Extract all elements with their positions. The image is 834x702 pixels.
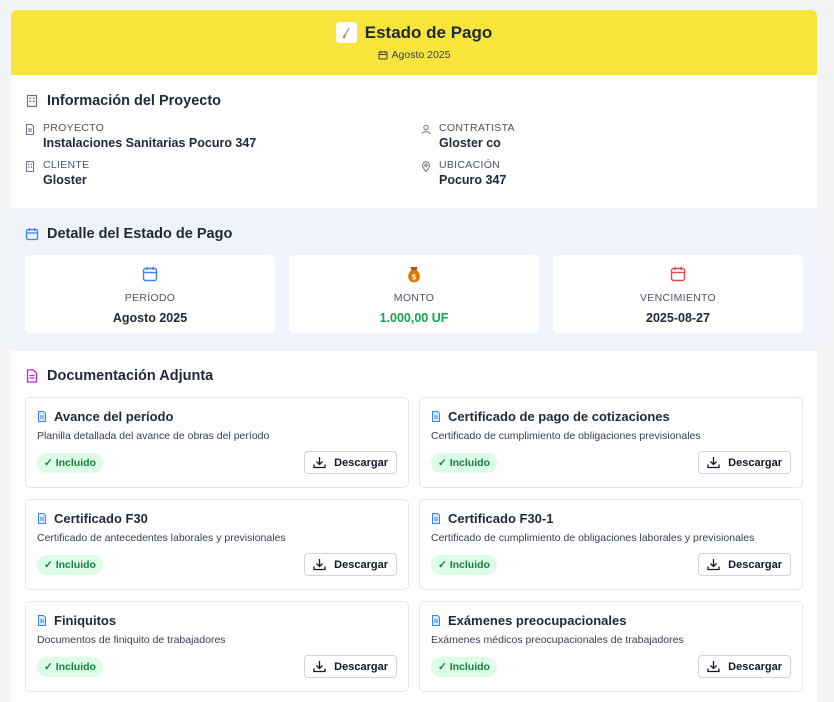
document-card: Certificado F30-1 Certificado de cumplim… bbox=[419, 499, 803, 590]
documents-section: Documentación Adjunta Avance del período… bbox=[11, 351, 817, 692]
document-title: Avance del período bbox=[54, 409, 174, 424]
calendar-icon bbox=[25, 266, 275, 284]
page-subtitle: Agosto 2025 bbox=[391, 49, 451, 61]
included-badge: ✓ Incluido bbox=[431, 554, 497, 575]
download-icon bbox=[707, 558, 720, 571]
download-button[interactable]: Descargar bbox=[698, 655, 791, 678]
download-button[interactable]: Descargar bbox=[304, 553, 397, 576]
info-item-proyecto: PROYECTO Instalaciones Sanitarias Pocuro… bbox=[25, 122, 421, 150]
document-card: Certificado de pago de cotizaciones Cert… bbox=[419, 397, 803, 488]
document-title: Exámenes preocupacionales bbox=[448, 613, 627, 628]
included-badge: ✓ Incluido bbox=[37, 656, 103, 677]
included-badge: ✓ Incluido bbox=[431, 656, 497, 677]
stat-card-vencimiento: VENCIMIENTO 2025-08-27 bbox=[553, 255, 803, 333]
file-icon bbox=[37, 615, 47, 626]
download-button[interactable]: Descargar bbox=[698, 553, 791, 576]
download-label: Descargar bbox=[334, 660, 388, 673]
included-badge: ✓ Incluido bbox=[37, 554, 103, 575]
calendar-icon bbox=[553, 266, 803, 284]
info-label: CLIENTE bbox=[43, 159, 90, 171]
info-label: CONTRATISTA bbox=[439, 122, 515, 134]
stat-label: VENCIMIENTO bbox=[639, 292, 717, 304]
section-title: Detalle del Estado de Pago bbox=[47, 226, 233, 242]
included-badge: ✓ Incluido bbox=[431, 452, 497, 473]
document-description: Certificado de cumplimiento de obligacio… bbox=[431, 430, 701, 442]
document-icon bbox=[25, 122, 36, 150]
download-label: Descargar bbox=[728, 660, 782, 673]
download-icon bbox=[313, 660, 326, 673]
stat-value: Agosto 2025 bbox=[112, 311, 188, 325]
section-title: Información del Proyecto bbox=[47, 93, 222, 109]
building-icon bbox=[25, 159, 36, 187]
info-item-cliente: CLIENTE Gloster bbox=[25, 159, 421, 187]
project-info-section: Información del Proyecto PROYECTO Instal… bbox=[11, 75, 817, 208]
document-description: Certificado de antecedentes laborales y … bbox=[37, 532, 286, 544]
building-icon bbox=[25, 94, 39, 108]
download-icon bbox=[313, 558, 326, 571]
payment-detail-section: Detalle del Estado de Pago PERÍODO Agost… bbox=[11, 208, 817, 351]
info-label: UBICACIÓN bbox=[439, 159, 501, 171]
stat-label: PERÍODO bbox=[124, 292, 176, 304]
file-icon bbox=[37, 411, 47, 422]
file-icon bbox=[431, 513, 441, 524]
svg-text:$: $ bbox=[411, 273, 417, 282]
document-title: Finiquitos bbox=[54, 613, 117, 628]
stat-value: 2025-08-27 bbox=[646, 311, 710, 325]
download-button[interactable]: Descargar bbox=[698, 451, 791, 474]
info-value: Gloster co bbox=[439, 136, 501, 150]
info-item-ubicacion: UBICACIÓN Pocuro 347 bbox=[421, 159, 801, 187]
calendar-icon bbox=[25, 227, 39, 241]
file-icon bbox=[37, 513, 47, 524]
document-title: Certificado F30 bbox=[54, 511, 148, 526]
document-icon bbox=[25, 369, 39, 383]
download-label: Descargar bbox=[728, 558, 782, 571]
document-card: Exámenes preocupacionales Exámenes médic… bbox=[419, 601, 803, 692]
download-button[interactable]: Descargar bbox=[304, 451, 397, 474]
download-label: Descargar bbox=[728, 456, 782, 469]
map-pin-icon bbox=[421, 159, 432, 187]
section-title: Documentación Adjunta bbox=[47, 368, 214, 384]
stat-card-periodo: PERÍODO Agosto 2025 bbox=[25, 255, 275, 333]
payment-status-card: Estado de Pago Agosto 2025 Información d… bbox=[11, 10, 817, 702]
download-icon bbox=[313, 456, 326, 469]
download-icon bbox=[707, 660, 720, 673]
document-card: Certificado F30 Certificado de anteceden… bbox=[25, 499, 409, 590]
stat-card-monto: $ MONTO 1.000,00 UF bbox=[289, 255, 539, 333]
document-title: Certificado de pago de cotizaciones bbox=[448, 409, 670, 424]
download-icon bbox=[707, 456, 720, 469]
page-title: Estado de Pago bbox=[364, 22, 493, 42]
download-label: Descargar bbox=[334, 558, 388, 571]
info-value: Pocuro 347 bbox=[439, 173, 507, 187]
calendar-icon bbox=[378, 50, 388, 60]
document-card: Avance del período Planilla detallada de… bbox=[25, 397, 409, 488]
file-icon bbox=[431, 615, 441, 626]
page-header: Estado de Pago Agosto 2025 bbox=[11, 10, 817, 75]
download-label: Descargar bbox=[334, 456, 388, 469]
money-bag-icon: $ bbox=[289, 266, 539, 284]
stat-label: MONTO bbox=[393, 292, 435, 304]
document-description: Planilla detallada del avance de obras d… bbox=[37, 430, 270, 442]
file-icon bbox=[431, 411, 441, 422]
download-button[interactable]: Descargar bbox=[304, 655, 397, 678]
document-description: Certificado de cumplimiento de obligacio… bbox=[431, 532, 755, 544]
info-item-contratista: CONTRATISTA Gloster co bbox=[421, 122, 801, 150]
included-badge: ✓ Incluido bbox=[37, 452, 103, 473]
document-description: Exámenes médicos preocupacionales de tra… bbox=[431, 634, 684, 646]
info-value: Gloster bbox=[43, 173, 87, 187]
info-value: Instalaciones Sanitarias Pocuro 347 bbox=[43, 136, 257, 150]
document-title: Certificado F30-1 bbox=[448, 511, 554, 526]
user-icon bbox=[421, 122, 432, 150]
info-label: PROYECTO bbox=[43, 122, 105, 134]
stat-value: 1.000,00 UF bbox=[379, 311, 449, 325]
document-description: Documentos de finiquito de trabajadores bbox=[37, 634, 226, 646]
document-card: Finiquitos Documentos de finiquito de tr… bbox=[25, 601, 409, 692]
paintbrush-icon bbox=[335, 22, 357, 43]
